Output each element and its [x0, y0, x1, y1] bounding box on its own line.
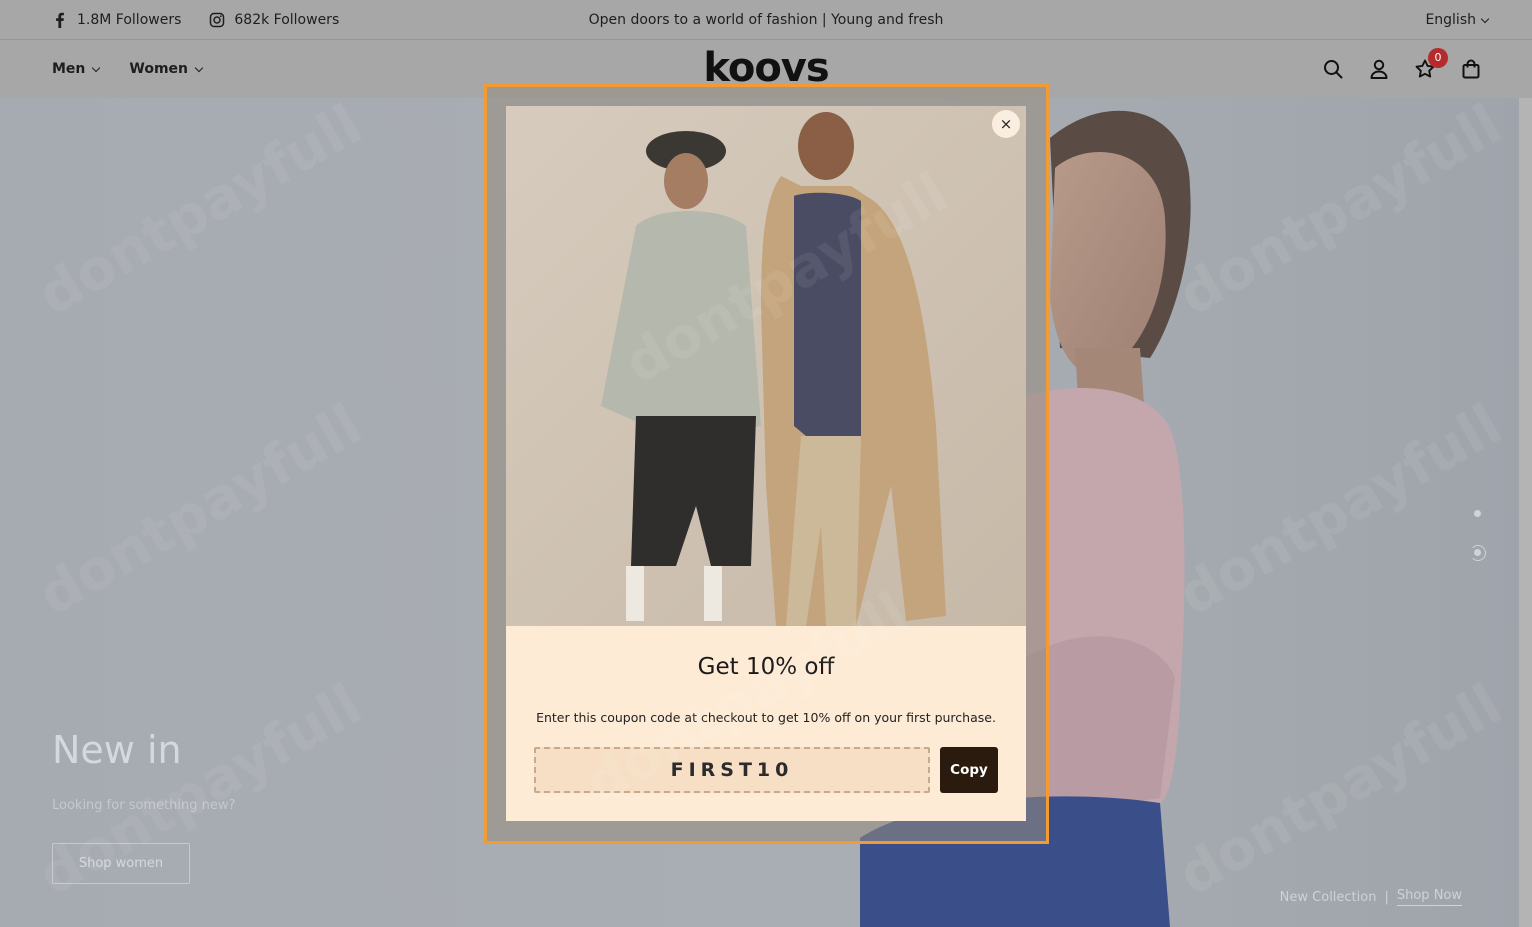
- announcement-text: Open doors to a world of fashion | Young…: [588, 12, 944, 28]
- watermark: dontpayfull: [27, 392, 373, 629]
- shop-now-link[interactable]: Shop Now: [1396, 888, 1462, 906]
- copy-button[interactable]: Copy: [940, 747, 998, 793]
- wishlist-count-badge: 0: [1428, 48, 1448, 68]
- cart-button[interactable]: [1460, 58, 1482, 80]
- popup-models-image: [506, 106, 1026, 626]
- wishlist-button[interactable]: 0: [1414, 48, 1448, 80]
- hero-subtitle: Looking for something new?: [52, 798, 236, 813]
- new-collection-label: New Collection: [1279, 889, 1377, 905]
- slider-pagination: [1470, 510, 1490, 561]
- collection-links: New Collection | Shop Now: [1280, 888, 1462, 906]
- chevron-down-icon: [1480, 14, 1490, 23]
- shop-women-button[interactable]: Shop women: [52, 843, 190, 884]
- search-button[interactable]: [1322, 58, 1344, 80]
- header-icons: 0: [1322, 40, 1482, 98]
- shopping-bag-icon: [1462, 59, 1480, 79]
- search-icon: [1324, 60, 1343, 79]
- popup-title: Get 10% off: [697, 654, 835, 680]
- language-selector[interactable]: English: [1425, 0, 1490, 40]
- slider-dot-active[interactable]: [1470, 545, 1486, 561]
- page-scrollbar[interactable]: [1519, 98, 1532, 927]
- announcement-bar: 1.8M Followers 682k Followers Open doors…: [0, 0, 1532, 40]
- hero-title: New in: [52, 728, 182, 772]
- popup-description: Enter this coupon code at checkout to ge…: [536, 710, 996, 725]
- account-button[interactable]: [1368, 58, 1390, 80]
- close-icon: ×: [999, 115, 1013, 133]
- close-button[interactable]: ×: [992, 110, 1020, 138]
- coupon-code-box[interactable]: FIRST10: [534, 747, 930, 793]
- language-label: English: [1425, 12, 1476, 28]
- coupon-popup: × Get 10% off Enter this coupon code at …: [506, 106, 1026, 821]
- slider-dot[interactable]: [1474, 510, 1481, 517]
- watermark: dontpayfull: [27, 98, 373, 329]
- separator: |: [1384, 889, 1389, 905]
- popup-content: Get 10% off Enter this coupon code at ch…: [506, 626, 1026, 821]
- user-icon: [1370, 59, 1388, 79]
